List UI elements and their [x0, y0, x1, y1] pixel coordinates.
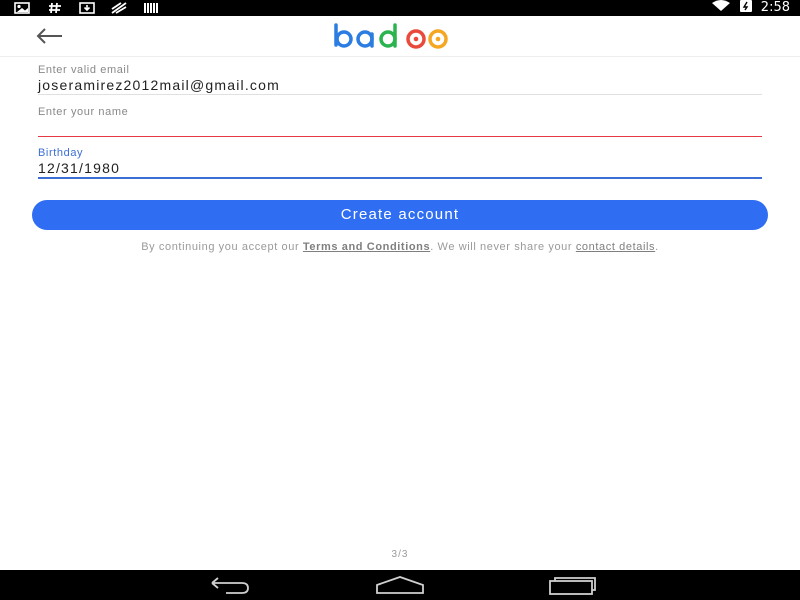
- page-indicator: 3/3: [391, 549, 409, 560]
- recents-icon[interactable]: [547, 575, 597, 595]
- name-placeholder: Enter your name: [38, 106, 129, 118]
- cast-icon: [110, 2, 128, 14]
- back-arrow-icon[interactable]: [34, 25, 64, 47]
- name-input[interactable]: [38, 118, 762, 136]
- birthday-value[interactable]: 12/31/1980: [38, 159, 762, 177]
- legal-text: By continuing you accept our Terms and C…: [90, 241, 710, 253]
- home-icon[interactable]: [375, 575, 425, 595]
- contact-details-link[interactable]: contact details: [576, 241, 655, 253]
- status-icons-right: 2:58: [711, 0, 790, 16]
- image-icon: [14, 2, 32, 14]
- name-underline-error: [38, 136, 762, 137]
- system-nav-bar: [0, 570, 800, 600]
- email-underline: [38, 94, 762, 95]
- email-value[interactable]: joseramirez2012mail@gmail.com: [38, 76, 762, 94]
- battery-icon: [739, 0, 753, 18]
- barcode-icon: [142, 2, 160, 14]
- name-field[interactable]: Enter your name: [38, 106, 762, 137]
- birthday-underline-focused: [38, 177, 762, 179]
- wifi-icon: [711, 0, 731, 17]
- legal-middle: . We will never share your: [430, 241, 576, 253]
- email-field[interactable]: Enter valid email joseramirez2012mail@gm…: [38, 64, 762, 95]
- badoo-logo: [332, 23, 472, 51]
- email-label: Enter valid email: [38, 64, 130, 76]
- status-icons-left: [14, 1, 160, 15]
- download-icon: [78, 2, 96, 14]
- hash-icon: [46, 2, 64, 14]
- terms-link[interactable]: Terms and Conditions: [303, 241, 430, 253]
- legal-suffix: .: [655, 241, 659, 253]
- create-account-button[interactable]: Create account: [32, 200, 768, 230]
- birthday-field[interactable]: Birthday 12/31/1980: [38, 147, 762, 179]
- status-bar: 2:58: [0, 0, 800, 16]
- legal-prefix: By continuing you accept our: [141, 241, 303, 253]
- app-bar: [0, 16, 800, 57]
- clock: 2:58: [760, 0, 790, 15]
- birthday-label: Birthday: [38, 147, 84, 159]
- back-icon[interactable]: [204, 575, 254, 595]
